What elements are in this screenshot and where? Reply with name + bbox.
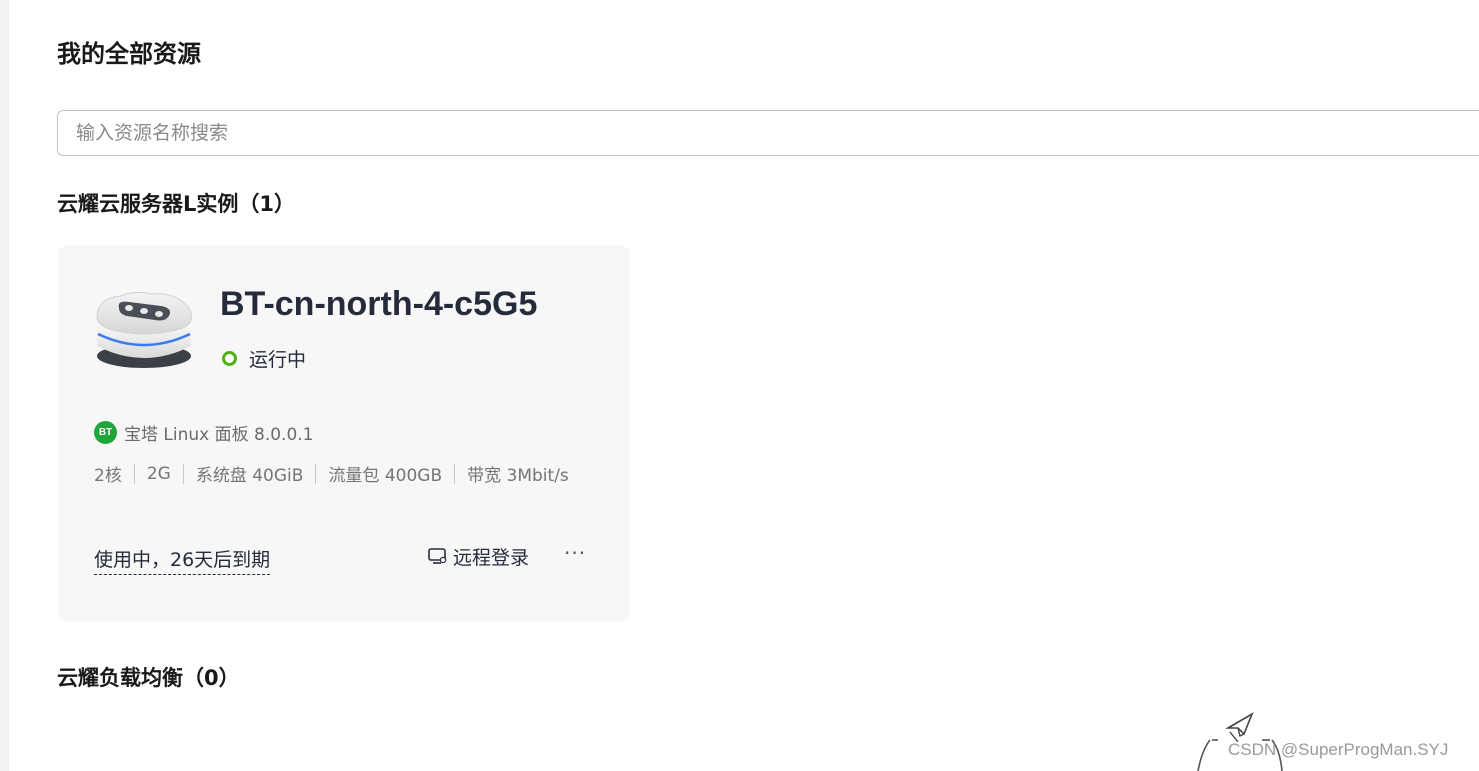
- instance-status: 运行中: [222, 345, 306, 372]
- instance-name[interactable]: BT-cn-north-4-c5G5: [220, 285, 537, 324]
- status-running-icon: [222, 351, 237, 366]
- watermark: CSDN @SuperProgMan.SYJ: [1228, 740, 1449, 759]
- spec-disk: 系统盘 40GiB: [195, 466, 304, 486]
- remote-desktop-icon: [428, 548, 447, 564]
- instance-specs: 2核 2G 系统盘 40GiB 流量包 400GB 带宽 3Mbit/s: [94, 461, 569, 486]
- spec-traffic: 流量包 400GB: [328, 466, 443, 486]
- instance-card[interactable]: BT-cn-north-4-c5G5 运行中 BT 宝塔 Linux 面板 8.…: [58, 245, 630, 621]
- app-image-row: BT 宝塔 Linux 面板 8.0.0.1: [94, 420, 314, 445]
- section-title-load-balancers: 云耀负载均衡（0）: [57, 666, 240, 690]
- search-input[interactable]: [58, 111, 1479, 155]
- spec-divider: [133, 463, 135, 484]
- spec-cpu: 2核: [94, 466, 122, 486]
- spec-divider: [315, 463, 317, 484]
- app-image-name: 宝塔 Linux 面板 8.0.0.1: [124, 425, 314, 445]
- spec-memory: 2G: [146, 463, 171, 484]
- cloud-server-icon: [96, 291, 192, 368]
- remote-login-label: 远程登录: [453, 547, 530, 569]
- bt-panel-icon: BT: [94, 421, 117, 444]
- spec-divider: [182, 463, 184, 484]
- left-edge-strip: [0, 0, 9, 771]
- expiry-status[interactable]: 使用中，26天后到期: [94, 545, 271, 575]
- remote-login-button[interactable]: 远程登录: [428, 543, 529, 570]
- page-title: 我的全部资源: [57, 40, 201, 68]
- spec-bandwidth: 带宽 3Mbit/s: [467, 466, 569, 486]
- status-label: 运行中: [249, 349, 307, 371]
- section-title-instances: 云耀云服务器L实例（1）: [57, 192, 295, 216]
- more-actions-button[interactable]: ···: [564, 541, 586, 565]
- search-box[interactable]: [57, 110, 1479, 156]
- spec-divider: [454, 463, 456, 484]
